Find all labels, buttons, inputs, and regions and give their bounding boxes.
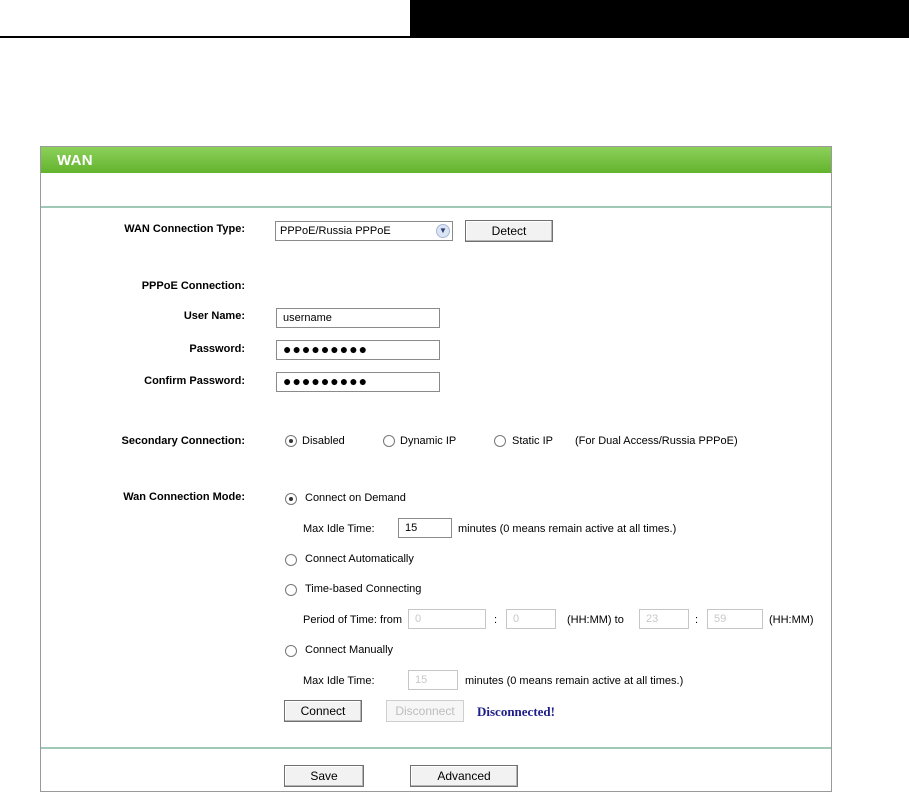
mode-time-based-radio[interactable] <box>285 584 297 596</box>
secondary-dynamic-ip-label: Dynamic IP <box>400 435 457 447</box>
wan-type-label: WAN Connection Type: <box>124 223 245 235</box>
period-to-hour-input[interactable]: 23 <box>639 609 689 629</box>
document-header-bar <box>410 0 909 38</box>
secondary-static-ip-radio[interactable] <box>494 435 506 447</box>
wan-settings-panel: WAN WAN Connection Type: PPPoE/Russia PP… <box>40 146 832 792</box>
mode-on-demand-radio[interactable] <box>285 493 297 505</box>
period-to-minute-input[interactable]: 59 <box>707 609 763 629</box>
wan-type-select[interactable]: PPPoE/Russia PPPoE ▼ <box>275 221 453 241</box>
secondary-note: (For Dual Access/Russia PPPoE) <box>575 435 738 447</box>
password-label: Password: <box>189 343 245 355</box>
mode-automatic-radio[interactable] <box>285 554 297 566</box>
disconnect-button[interactable]: Disconnect <box>386 700 464 722</box>
period-to-format: (HH:MM) <box>769 614 814 626</box>
secondary-disabled-label: Disabled <box>302 435 345 447</box>
username-input[interactable]: username <box>276 308 440 328</box>
mode-automatic-label: Connect Automatically <box>305 553 414 565</box>
manual-max-idle-input[interactable]: 15 <box>408 670 458 690</box>
period-from-separator: : <box>494 614 498 626</box>
mode-on-demand-label: Connect on Demand <box>305 492 406 504</box>
connect-button[interactable]: Connect <box>284 700 362 722</box>
chevron-down-icon: ▼ <box>436 224 450 238</box>
wan-type-selected: PPPoE/Russia PPPoE <box>280 225 391 237</box>
advanced-button[interactable]: Advanced <box>410 765 518 787</box>
pppoe-section-label: PPPoE Connection: <box>141 280 245 292</box>
manual-minutes-note: minutes (0 means remain active at all ti… <box>465 675 684 687</box>
period-from-format: (HH:MM) to <box>567 614 624 626</box>
mode-time-based-label: Time-based Connecting <box>305 583 422 595</box>
secondary-dynamic-ip-radio[interactable] <box>383 435 395 447</box>
connection-status: Disconnected! <box>477 704 555 719</box>
on-demand-minutes-note: minutes (0 means remain active at all ti… <box>458 523 677 535</box>
secondary-static-ip-label: Static IP <box>512 435 553 447</box>
on-demand-max-idle-label: Max Idle Time: <box>303 523 375 535</box>
manual-max-idle-label: Max Idle Time: <box>303 675 375 687</box>
panel-title: WAN <box>57 152 93 169</box>
panel-header: WAN <box>41 147 831 173</box>
mode-manual-label: Connect Manually <box>305 644 394 656</box>
on-demand-max-idle-input[interactable]: 15 <box>398 518 452 538</box>
period-from-hour-input[interactable]: 0 <box>408 609 486 629</box>
confirm-password-label: Confirm Password: <box>144 375 245 387</box>
bottom-divider <box>41 747 831 749</box>
period-to-separator: : <box>695 614 699 626</box>
document-header-rule <box>0 36 412 38</box>
confirm-password-input[interactable]: ●●●●●●●●● <box>276 372 440 392</box>
save-button[interactable]: Save <box>284 765 364 787</box>
period-from-minute-input[interactable]: 0 <box>506 609 556 629</box>
secondary-connection-label: Secondary Connection: <box>121 435 245 447</box>
secondary-disabled-radio[interactable] <box>285 435 297 447</box>
username-label: User Name: <box>183 310 245 322</box>
password-input[interactable]: ●●●●●●●●● <box>276 340 440 360</box>
period-label: Period of Time: from <box>303 614 403 626</box>
connection-mode-label: Wan Connection Mode: <box>123 491 245 503</box>
top-divider <box>41 206 831 208</box>
detect-button[interactable]: Detect <box>465 220 553 242</box>
mode-manual-radio[interactable] <box>285 645 297 657</box>
